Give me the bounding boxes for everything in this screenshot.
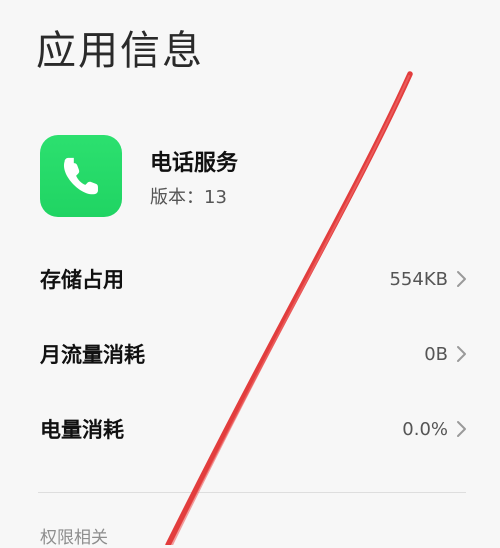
storage-row[interactable]: 存储占用 554KB	[40, 259, 468, 299]
data-usage-value-group: 0B	[424, 344, 468, 365]
phone-glyph	[63, 157, 98, 195]
battery-usage-label: 电量消耗	[40, 418, 124, 442]
storage-label: 存储占用	[40, 268, 124, 292]
storage-value-group: 554KB	[389, 269, 468, 290]
section-divider	[38, 492, 466, 493]
data-usage-label: 月流量消耗	[40, 343, 145, 367]
app-info-page: 应用信息 电话服务 版本：13 存储占用 554KB 月流量消耗 0B 电量消耗	[0, 0, 500, 548]
data-usage-value: 0B	[424, 343, 448, 365]
chevron-right-icon	[457, 271, 466, 287]
chevron-right-icon	[457, 346, 466, 362]
app-version: 版本：13	[150, 187, 227, 208]
data-usage-row[interactable]: 月流量消耗 0B	[40, 334, 468, 374]
chevron-right-icon	[457, 421, 466, 437]
battery-usage-value-group: 0.0%	[402, 419, 468, 440]
battery-usage-row[interactable]: 电量消耗 0.0%	[40, 409, 468, 449]
app-summary: 电话服务 版本：13	[40, 135, 460, 217]
permissions-section-title: 权限相关	[40, 528, 108, 548]
storage-value: 554KB	[389, 268, 448, 290]
app-name: 电话服务	[150, 151, 239, 176]
page-title: 应用信息	[36, 28, 204, 74]
phone-icon	[40, 135, 122, 217]
battery-usage-value: 0.0%	[402, 418, 448, 440]
